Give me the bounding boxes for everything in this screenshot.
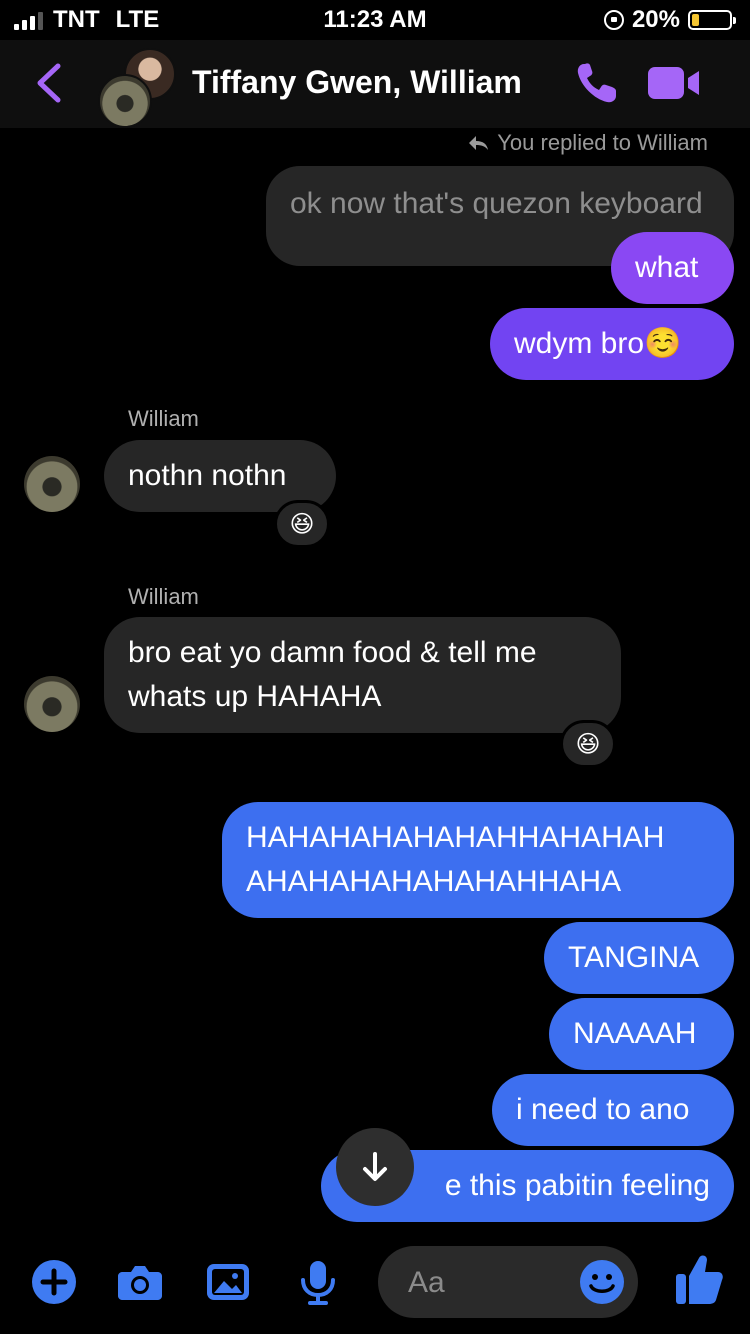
- message-bubble-outgoing[interactable]: what: [611, 232, 734, 304]
- sender-name: William: [128, 406, 199, 431]
- battery-percent: 20%: [631, 6, 680, 33]
- message-bubble-outgoing[interactable]: HAHAHAHAHAHAHHAHAHAH AHAHAHAHAHAHAHHAHA: [222, 802, 734, 918]
- video-camera-icon[interactable]: [646, 64, 702, 102]
- message-bubble-outgoing[interactable]: wdym bro☺️: [490, 308, 734, 380]
- message-text-line: HAHAHAHAHAHAHHAHAHAH: [246, 821, 665, 854]
- message-text: NAAAAH: [573, 1017, 697, 1050]
- message-input-box[interactable]: [378, 1246, 638, 1318]
- microphone-icon[interactable]: [294, 1258, 342, 1306]
- message-text-line: AHAHAHAHAHAHAHHAHA: [246, 865, 622, 898]
- message-text: nothn nothn: [128, 459, 287, 492]
- avatar[interactable]: [24, 676, 80, 732]
- plus-icon[interactable]: [30, 1258, 78, 1306]
- quoted-message-text: ok now that's quezon keyboard: [290, 187, 703, 220]
- message-text-line: whats up HAHAHA: [128, 680, 382, 713]
- conversation-title[interactable]: Tiffany Gwen, William: [192, 64, 522, 101]
- arrow-down-icon: [363, 1152, 387, 1181]
- message-text: e this pabitin feeling: [444, 1169, 710, 1202]
- message-text: wdym bro☺️: [514, 327, 682, 360]
- laughing-emoji-icon: 😆: [575, 730, 601, 758]
- message-text-line: bro eat yo damn food & tell me: [128, 636, 537, 669]
- sender-name: William: [128, 584, 199, 609]
- thumbs-up-icon[interactable]: [674, 1252, 724, 1306]
- battery-icon: [688, 10, 736, 30]
- avatar: [98, 74, 152, 128]
- emoji-icon[interactable]: [578, 1258, 626, 1306]
- group-avatar[interactable]: [98, 48, 176, 128]
- gallery-icon[interactable]: [204, 1258, 252, 1306]
- scroll-to-bottom-button[interactable]: [336, 1128, 414, 1206]
- chat-header: Tiffany Gwen, William: [0, 40, 750, 128]
- message-composer: [0, 1240, 750, 1334]
- laughing-emoji-icon: 😆: [289, 510, 315, 538]
- status-right: 20%: [603, 6, 736, 34]
- orientation-lock-icon: [603, 10, 624, 30]
- message-bubble-outgoing[interactable]: TANGINA: [544, 922, 734, 994]
- message-bubble-outgoing[interactable]: NAAAAH: [549, 998, 734, 1070]
- phone-icon[interactable]: [574, 60, 620, 106]
- message-text: TANGINA: [568, 941, 700, 974]
- camera-icon[interactable]: [116, 1258, 164, 1306]
- reaction-badge[interactable]: 😆: [560, 720, 616, 768]
- avatar[interactable]: [24, 456, 80, 512]
- message-text: i need to ano: [516, 1093, 690, 1126]
- reaction-badge[interactable]: 😆: [274, 500, 330, 548]
- reply-context-text: You replied to William: [497, 130, 708, 155]
- message-text: what: [635, 251, 699, 284]
- message-input[interactable]: [406, 1260, 570, 1306]
- reply-context: You replied to William: [467, 130, 708, 156]
- status-bar: TNT LTE 11:23 AM 20%: [0, 0, 750, 40]
- message-bubble-outgoing[interactable]: i need to ano: [492, 1074, 734, 1146]
- message-bubble-incoming[interactable]: bro eat yo damn food & tell me whats up …: [104, 617, 621, 733]
- back-chevron-icon[interactable]: [30, 60, 70, 106]
- reply-arrow-icon: [469, 136, 489, 150]
